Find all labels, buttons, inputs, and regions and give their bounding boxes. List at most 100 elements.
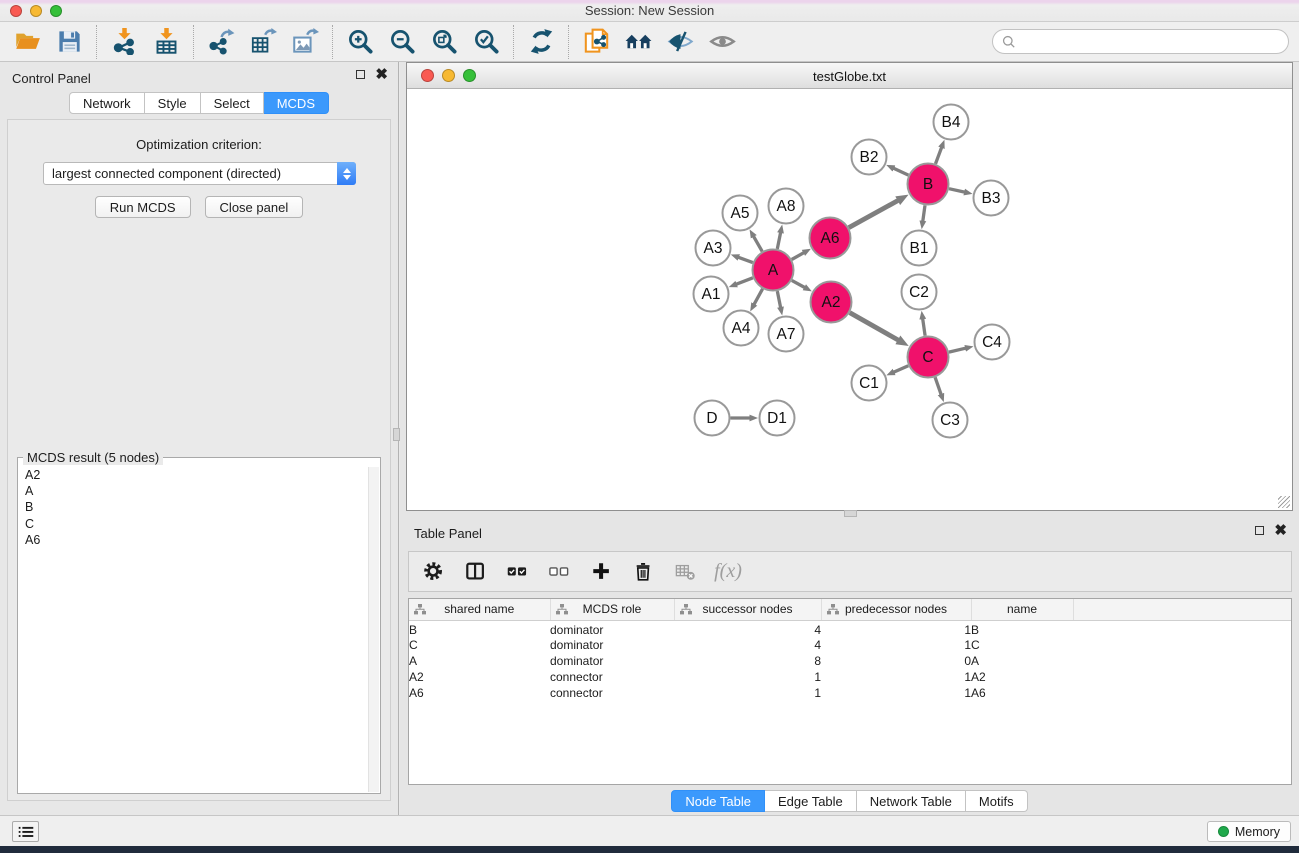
node-A2[interactable]: A2 (811, 282, 852, 323)
node-A[interactable]: A (753, 250, 794, 291)
zoom-selected-button[interactable] (465, 25, 507, 59)
node-C[interactable]: C (908, 337, 949, 378)
tab-network[interactable]: Network (69, 92, 145, 114)
float-panel-icon[interactable] (1255, 526, 1264, 535)
table-row[interactable]: A2connector11A2 (409, 669, 1291, 685)
export-image-button[interactable] (284, 25, 326, 59)
node-A6[interactable]: A6 (810, 218, 851, 259)
search-box[interactable] (992, 29, 1289, 54)
node-D[interactable]: D (695, 401, 730, 436)
edge-A2-C[interactable] (850, 313, 899, 341)
resize-grip[interactable] (1278, 496, 1290, 508)
float-panel-icon[interactable] (356, 70, 365, 79)
edge-B-B2[interactable] (894, 168, 909, 175)
memory-button[interactable]: Memory (1207, 821, 1291, 842)
run-mcds-button[interactable]: Run MCDS (95, 196, 191, 218)
close-panel-icon[interactable]: ✖ (1274, 525, 1287, 536)
edge-B-B1[interactable] (923, 205, 925, 221)
node-C1[interactable]: C1 (852, 366, 887, 401)
tab-edge-table[interactable]: Edge Table (765, 790, 857, 812)
network-canvas[interactable]: B4 B2 B B3 A5 A8A6 B1 A3 A C2 A1 A2 A4 A7 C C4 C1 C3 D D1 (407, 89, 1292, 510)
node-A7[interactable]: A7 (769, 317, 804, 352)
node-A1[interactable]: A1 (694, 277, 729, 312)
zoom-fit-button[interactable] (423, 25, 465, 59)
export-network-button[interactable] (200, 25, 242, 59)
refresh-button[interactable] (520, 25, 562, 59)
tab-node-table[interactable]: Node Table (671, 790, 765, 812)
node-C3[interactable]: C3 (933, 403, 968, 438)
edge-B-B3[interactable] (949, 189, 965, 192)
node-C4[interactable]: C4 (975, 325, 1010, 360)
node-B2[interactable]: B2 (852, 140, 887, 175)
export-table-button[interactable] (242, 25, 284, 59)
criterion-select[interactable]: largest connected component (directed) (43, 162, 356, 185)
table-row[interactable]: A6connector11A6 (409, 685, 1291, 701)
edge-C-C3[interactable] (935, 377, 941, 394)
node-B3[interactable]: B3 (974, 181, 1009, 216)
first-neighbors-button[interactable] (617, 25, 659, 59)
open-folder-button[interactable] (6, 25, 48, 59)
table-row[interactable]: Bdominator41B (409, 620, 1291, 637)
column-header-name[interactable]: name (971, 599, 1073, 620)
edge-A-A6[interactable] (792, 253, 804, 260)
tab-mcds[interactable]: MCDS (264, 92, 329, 114)
import-table-button[interactable] (145, 25, 187, 59)
result-list-item[interactable]: C (19, 516, 367, 532)
deselect-all-button[interactable] (547, 559, 573, 585)
result-list-item[interactable]: B (19, 499, 367, 515)
horizontal-split-handle[interactable] (844, 510, 857, 517)
node-A8[interactable]: A8 (769, 189, 804, 224)
result-list-scrollbar[interactable] (368, 467, 379, 792)
zoom-in-button[interactable] (339, 25, 381, 59)
vertical-split-handle[interactable] (393, 428, 400, 441)
task-history-button[interactable] (12, 821, 39, 842)
save-button[interactable] (48, 25, 90, 59)
node-D1[interactable]: D1 (760, 401, 795, 436)
tab-motifs[interactable]: Motifs (966, 790, 1028, 812)
node-C2[interactable]: C2 (902, 275, 937, 310)
zoom-out-button[interactable] (381, 25, 423, 59)
edge-A-A3[interactable] (738, 257, 752, 262)
node-B4[interactable]: B4 (934, 105, 969, 140)
delete-entry-button[interactable] (631, 559, 657, 585)
result-list-item[interactable]: A6 (19, 532, 367, 548)
show-all-button[interactable] (701, 25, 743, 59)
result-list-item[interactable]: A2 (19, 467, 367, 483)
edge-A-A7[interactable] (777, 291, 780, 307)
node-A3[interactable]: A3 (696, 231, 731, 266)
tab-style[interactable]: Style (145, 92, 201, 114)
column-header-predecessor-nodes[interactable]: predecessor nodes (821, 599, 971, 620)
edge-A-A1[interactable] (736, 278, 753, 284)
tab-select[interactable]: Select (201, 92, 264, 114)
table-row[interactable]: Cdominator41C (409, 637, 1291, 653)
edge-A-A5[interactable] (754, 236, 763, 251)
edge-A6-B[interactable] (849, 200, 898, 227)
edge-C-C2[interactable] (923, 319, 925, 336)
duplicate-network-button[interactable] (575, 25, 617, 59)
tab-network-table[interactable]: Network Table (857, 790, 966, 812)
column-header-MCDS-role[interactable]: MCDS role (550, 599, 674, 620)
column-header-shared-name[interactable]: shared name (409, 599, 550, 620)
edge-A-A8[interactable] (777, 233, 780, 249)
column-header-successor-nodes[interactable]: successor nodes (674, 599, 821, 620)
edge-C-C4[interactable] (949, 348, 966, 352)
close-panel-icon[interactable]: ✖ (375, 69, 388, 80)
gear-button[interactable] (421, 559, 447, 585)
add-entry-button[interactable] (589, 559, 615, 585)
select-all-button[interactable] (505, 559, 531, 585)
result-list-item[interactable]: A (19, 483, 367, 499)
hide-selected-button[interactable] (659, 25, 701, 59)
table-row[interactable]: Adominator80A (409, 653, 1291, 669)
edge-A-A2[interactable] (792, 280, 805, 287)
close-panel-button[interactable]: Close panel (205, 196, 304, 218)
split-view-button[interactable] (463, 559, 489, 585)
edge-B-B4[interactable] (936, 147, 942, 163)
node-B1[interactable]: B1 (902, 231, 937, 266)
search-input[interactable] (1021, 34, 1280, 49)
edge-A-A4[interactable] (754, 289, 763, 305)
node-B[interactable]: B (908, 164, 949, 205)
node-A5[interactable]: A5 (723, 196, 758, 231)
import-network-button[interactable] (103, 25, 145, 59)
node-A4[interactable]: A4 (724, 311, 759, 346)
edge-C-C1[interactable] (894, 366, 909, 372)
